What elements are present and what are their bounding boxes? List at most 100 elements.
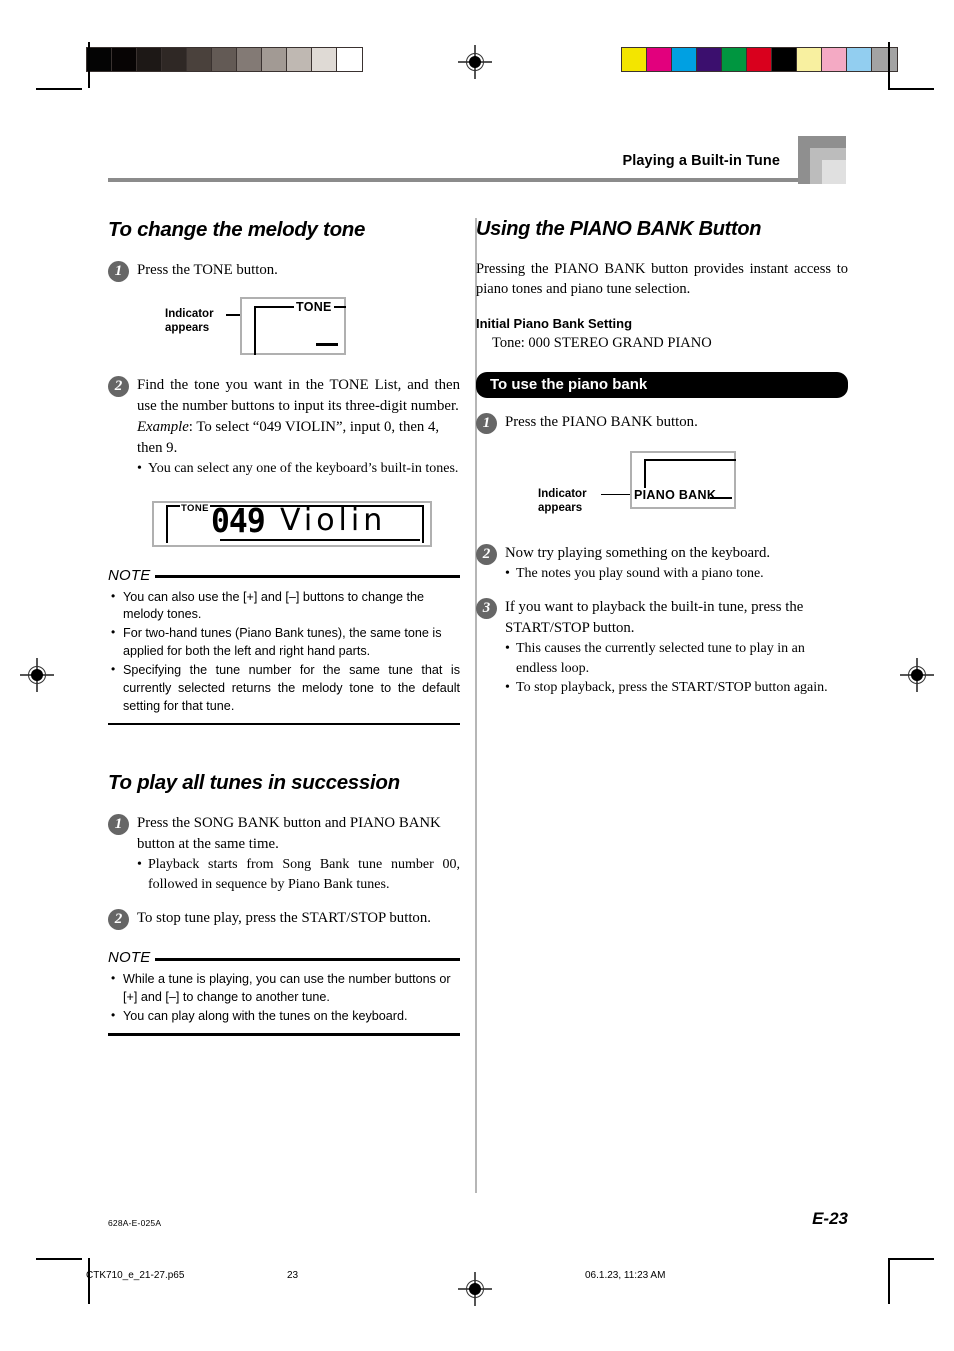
note-block-play-all: NOTE While a tune is playing, you can us… <box>108 949 460 1036</box>
step-badge: 3 <box>476 598 497 620</box>
calibration-patch <box>772 48 797 71</box>
banner-use-piano-bank: To use the piano bank <box>476 371 848 398</box>
figure-caption-line1: Indicator <box>165 308 214 320</box>
calibration-patch <box>262 48 287 71</box>
step-piano-bank-2: 2 Now try playing something on the keybo… <box>476 543 848 584</box>
calibration-patch <box>797 48 822 71</box>
step-change-tone-1: 1 Press the TONE button. <box>108 260 460 282</box>
calibration-patch <box>112 48 137 71</box>
crop-mark-left-lower-horizontal <box>36 1258 82 1260</box>
step-text: Press the SONG BANK button and PIANO BAN… <box>137 815 441 853</box>
step-bullets: This causes the currently selected tune … <box>505 639 848 698</box>
step-text: If you want to playback the built-in tun… <box>505 599 804 637</box>
step-bullets: You can select any one of the keyboard’s… <box>137 459 460 479</box>
print-page-number: 23 <box>287 1270 299 1281</box>
calibration-patch <box>87 48 112 71</box>
crop-mark-top-left-vertical <box>88 42 90 88</box>
calibration-patch <box>872 48 897 71</box>
note-item: For two-hand tunes (Piano Bank tunes), t… <box>108 624 460 661</box>
corner-decoration <box>798 136 846 184</box>
calibration-patch <box>647 48 672 71</box>
figure-tone-indicator: Indicator appears TONE <box>108 295 460 357</box>
bullet-item: This causes the currently selected tune … <box>505 639 848 678</box>
section-title-piano-bank: Using the PIANO BANK Button <box>476 218 762 240</box>
figure-caption-line2: appears <box>538 501 583 514</box>
step-badge: 2 <box>476 543 497 565</box>
note-label: NOTE <box>108 566 151 584</box>
calibration-patch <box>187 48 212 71</box>
figure-caption-line1: Indicator <box>538 487 587 500</box>
step-badge: 2 <box>108 376 129 397</box>
calibration-patch <box>337 48 362 71</box>
lcd-label-tone: TONE <box>180 502 210 514</box>
step-badge: 1 <box>476 412 497 434</box>
crop-mark-top-right-vertical <box>888 42 890 88</box>
lcd-bottom-tick <box>710 496 732 500</box>
step-text: Find the tone you want in the TONE List,… <box>137 377 460 414</box>
note-rule <box>155 575 460 578</box>
step-badge: 1 <box>108 261 129 282</box>
calibration-patch <box>162 48 187 71</box>
note-item: You can also use the [+] and [–] buttons… <box>108 588 460 625</box>
step-piano-bank-1: 1 Press the PIANO BANK button. <box>476 412 848 434</box>
step-bullets: Playback starts from Song Bank tune numb… <box>137 855 460 894</box>
subhead-initial-setting: Initial Piano Bank Setting <box>476 315 633 331</box>
calibration-patch <box>287 48 312 71</box>
note-items: You can also use the [+] and [–] buttons… <box>108 588 460 716</box>
calibration-patch <box>847 48 872 71</box>
figure-lcd-readout-violin: TONE 049 Violin <box>108 500 460 549</box>
step-badge: 2 <box>108 909 129 931</box>
registration-mark-left <box>20 658 54 692</box>
intro-paragraph: Pressing the PIANO BANK button provides … <box>476 261 848 298</box>
calibration-patch <box>137 48 162 71</box>
registration-mark-top <box>458 45 492 79</box>
step-change-tone-2: 2 Find the tone you want in the TONE Lis… <box>108 375 460 479</box>
calibration-patch <box>237 48 262 71</box>
step-text: Press the PIANO BANK button. <box>505 413 698 430</box>
calibration-patch <box>212 48 237 71</box>
lcd-underline <box>220 538 420 541</box>
note-label: NOTE <box>108 949 151 967</box>
lcd-label-tone: TONE <box>294 300 334 314</box>
initial-setting-value: Tone: 000 STEREO GRAND PIANO <box>492 334 712 351</box>
figure-leader-line <box>601 493 633 496</box>
lcd-label-piano-bank: PIANO BANK <box>632 487 719 502</box>
step-bullets: The notes you play sound with a piano to… <box>505 564 848 584</box>
calibration-patch <box>622 48 647 71</box>
note-rule <box>155 958 460 961</box>
crop-mark-bottom-left-vertical <box>88 1258 90 1304</box>
lcd-tone-name: Violin <box>280 502 387 538</box>
step-badge: 1 <box>108 814 129 836</box>
print-filename: CTK710_e_21-27.p65 <box>86 1270 185 1281</box>
print-timestamp: 06.1.23, 11:23 AM <box>585 1270 666 1281</box>
note-item: Specifying the tune number for the same … <box>108 661 460 716</box>
step-text: Press the TONE button. <box>137 262 278 278</box>
step-example: Example: To select “049 VIOLIN”, input 0… <box>137 417 460 459</box>
section-title-play-all-tunes: To play all tunes in succession <box>108 771 400 795</box>
right-column: Using the PIANO BANK Button Pressing the… <box>476 218 848 702</box>
note-bottom-rule <box>108 722 460 726</box>
note-item: While a tune is playing, you can use the… <box>108 970 460 1007</box>
calibration-patch <box>697 48 722 71</box>
calibration-patch <box>822 48 847 71</box>
running-head: Playing a Built-in Tune <box>622 153 780 169</box>
section-title-change-melody-tone: To change the melody tone <box>108 218 366 241</box>
bullet-item: To stop playback, press the START/STOP b… <box>505 678 848 698</box>
bullet-item: The notes you play sound with a piano to… <box>505 564 848 584</box>
note-item: You can play along with the tunes on the… <box>108 1007 460 1026</box>
registration-mark-bottom <box>458 1272 492 1306</box>
bullet-item: You can select any one of the keyboard’s… <box>137 459 460 479</box>
step-text: To stop tune play, press the START/STOP … <box>137 910 431 927</box>
step-play-all-1: 1 Press the SONG BANK button and PIANO B… <box>108 813 460 894</box>
note-items: While a tune is playing, you can use the… <box>108 970 460 1026</box>
left-column: To change the melody tone 1 Press the TO… <box>108 218 460 1036</box>
note-block-melody-tone: NOTE You can also use the [+] and [–] bu… <box>108 567 460 726</box>
header-rule <box>108 178 798 182</box>
page-number: E-23 <box>812 1209 848 1228</box>
calibration-patch <box>747 48 772 71</box>
bullet-item: Playback starts from Song Bank tune numb… <box>137 855 460 894</box>
note-bottom-rule <box>108 1033 460 1036</box>
crop-mark-right-lower-horizontal <box>888 1258 934 1260</box>
document-code: 628A-E-025A <box>108 1218 162 1228</box>
figure-caption-line2: appears <box>165 322 210 335</box>
